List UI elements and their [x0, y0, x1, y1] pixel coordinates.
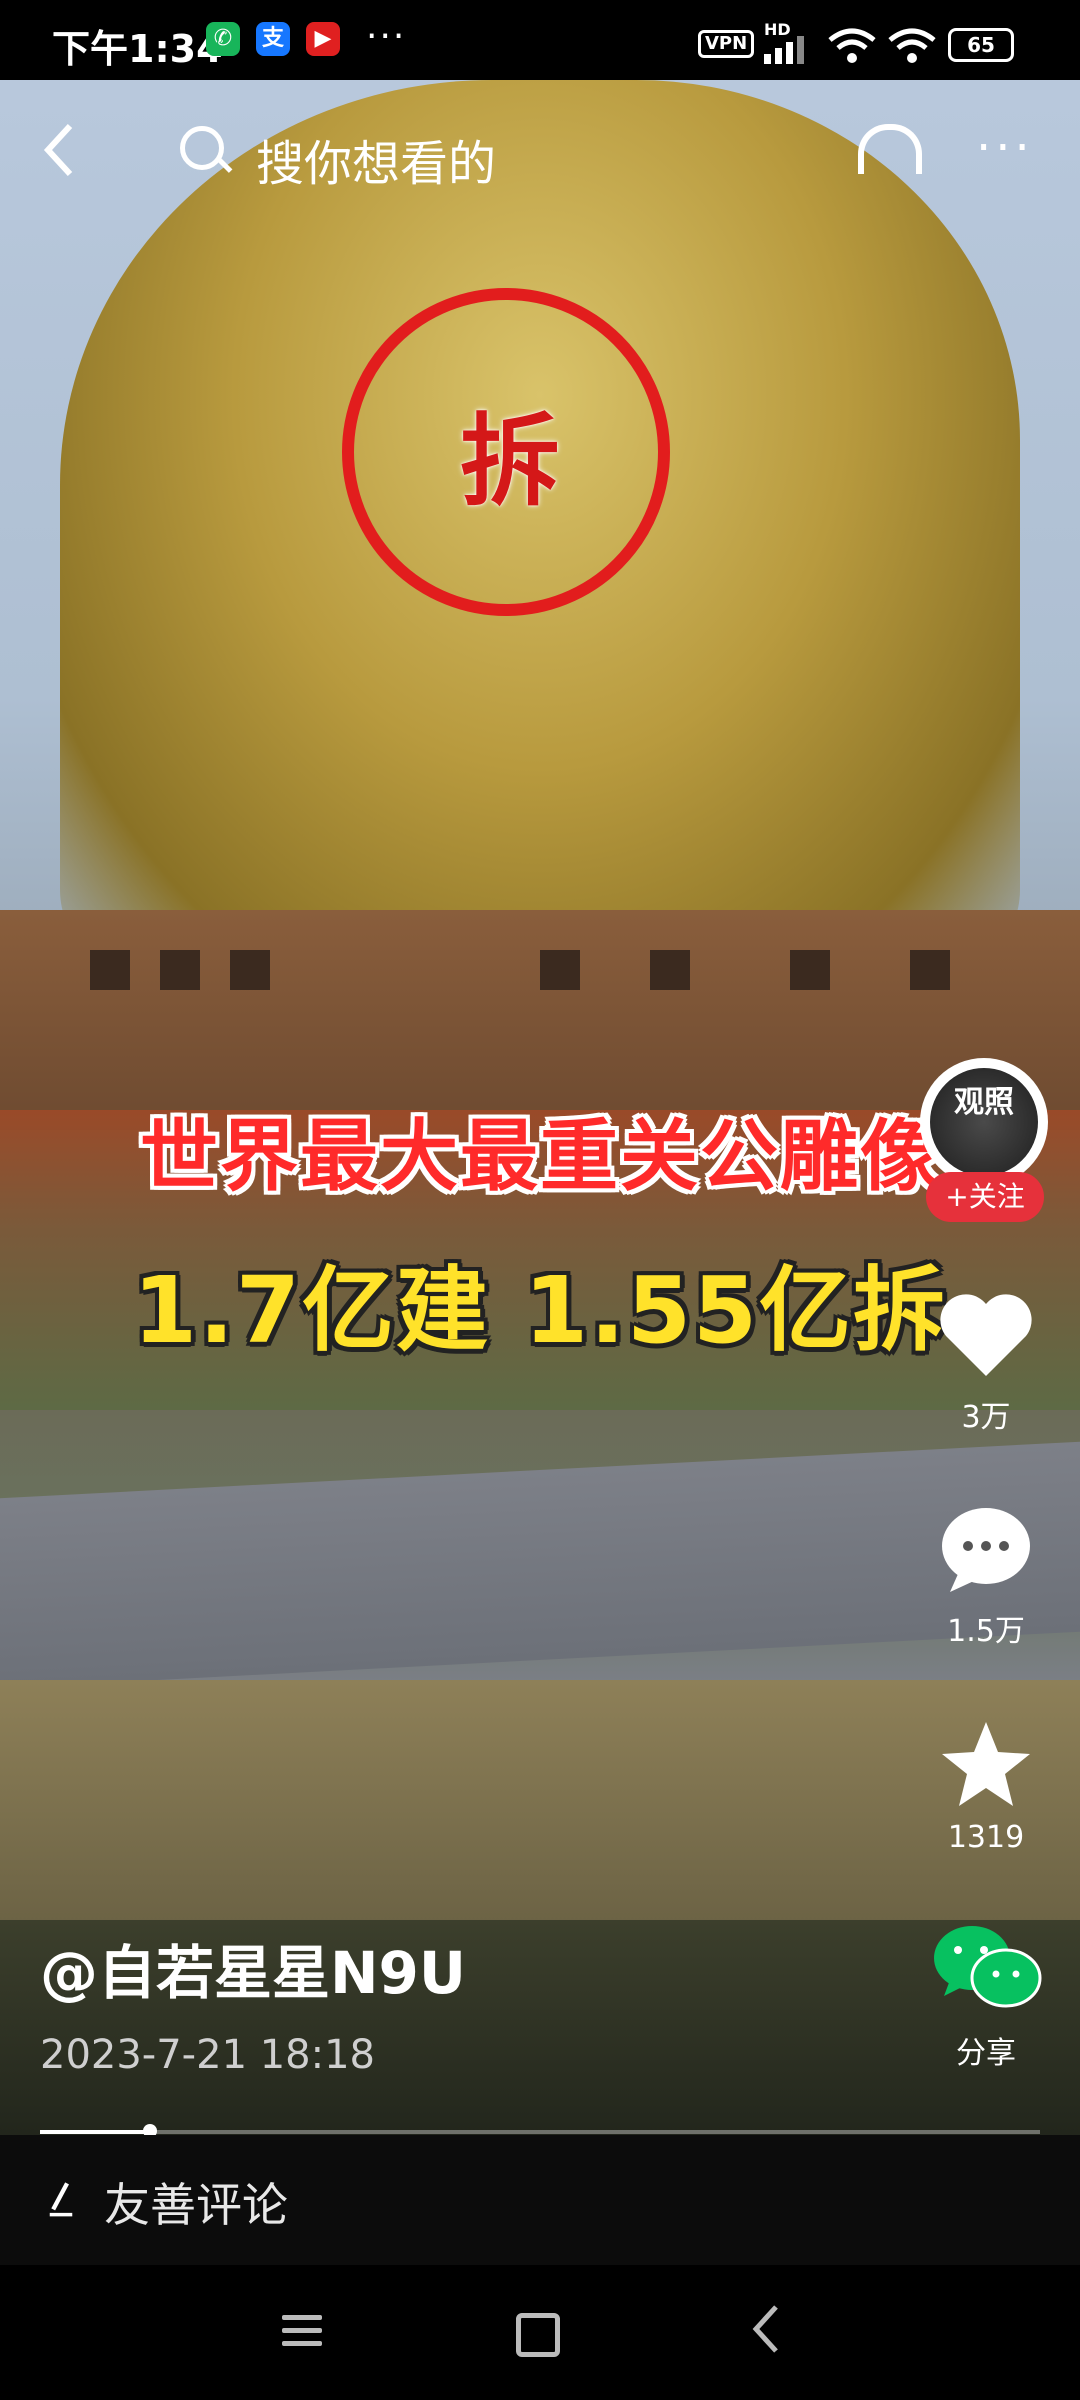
headphones-icon[interactable] — [858, 124, 922, 174]
video-progress-bar[interactable] — [40, 2124, 1040, 2138]
favorite-button[interactable]: 1319 — [926, 1718, 1046, 1855]
alipay-icon: 支 — [256, 22, 290, 56]
chevron-left-icon — [43, 123, 73, 177]
status-time: 下午1:34 — [52, 27, 223, 71]
heart-icon — [940, 1294, 1032, 1376]
recent-apps-button[interactable] — [282, 2315, 322, 2354]
youtube-icon: ▶ — [306, 22, 340, 56]
progress-fill — [40, 2130, 150, 2134]
system-back-button[interactable] — [748, 2301, 784, 2371]
share-label: 分享 — [956, 2036, 1016, 2071]
video-caption-line2: 1.7亿建 1.55亿拆 — [133, 1257, 947, 1364]
search-bar[interactable]: 搜你想看的 — [150, 108, 790, 198]
signal-icon — [764, 36, 804, 64]
comment-button[interactable]: 1.5万 — [926, 1504, 1046, 1650]
wifi-icon — [828, 28, 876, 63]
video-caption-line1: 世界最大最重关公雕像 — [139, 1112, 940, 1202]
chevron-left-icon — [752, 2305, 778, 2353]
grass-image — [0, 1680, 1080, 1930]
home-button[interactable] — [516, 2313, 560, 2357]
star-icon — [942, 1722, 1030, 1806]
search-icon — [180, 126, 224, 170]
status-bar: 下午1:34 ✆ 支 ▶ ··· VPN HD 65 — [0, 0, 1080, 80]
more-icon[interactable]: ··· — [976, 120, 1034, 176]
phone-icon: ✆ — [206, 22, 240, 56]
like-count: 3万 — [961, 1400, 1011, 1435]
wifi-icon-2 — [888, 28, 936, 63]
share-button[interactable]: 分享 — [926, 1920, 1046, 2072]
like-button[interactable]: 3万 — [926, 1290, 1046, 1436]
comment-bubble-icon — [942, 1508, 1030, 1592]
vpn-indicator: VPN — [698, 30, 755, 58]
wechat-icon — [934, 1926, 1042, 2008]
comment-bar[interactable]: 友善评论 — [0, 2135, 1080, 2265]
author-avatar[interactable]: 观照 — [920, 1058, 1048, 1186]
circle-label: 拆 — [460, 403, 560, 520]
author-username[interactable]: @自若星星N9U — [40, 1926, 466, 2010]
search-placeholder: 搜你想看的 — [256, 136, 497, 192]
system-nav-bar — [0, 2265, 1080, 2400]
follow-button[interactable]: +关注 — [926, 1172, 1044, 1222]
comment-count: 1.5万 — [947, 1614, 1025, 1649]
avatar-text: 观照 — [930, 1068, 1038, 1176]
back-button[interactable] — [40, 120, 80, 191]
favorite-count: 1319 — [947, 1820, 1025, 1855]
post-date: 2023-7-21 18:18 — [40, 2032, 375, 2078]
road-image — [0, 1441, 1080, 1689]
comment-input-placeholder: 友善评论 — [104, 2178, 288, 2232]
status-overflow: ··· — [366, 16, 407, 57]
pen-icon — [49, 2182, 73, 2217]
battery-indicator: 65 — [948, 28, 1014, 62]
